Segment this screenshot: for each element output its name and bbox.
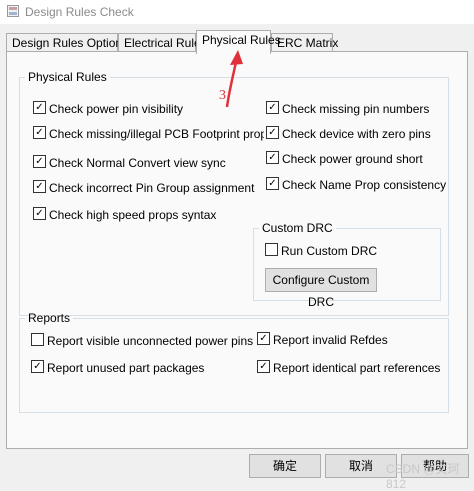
check-power-ground-short[interactable]: ✓ Check power ground short	[264, 150, 423, 166]
checkbox-icon[interactable]: ✓	[266, 101, 279, 115]
check-pcb-footprint-property[interactable]: ✓ Check missing/illegal PCB Footprint pro…	[33, 125, 287, 141]
check-missing-pin-numbers[interactable]: ✓ Check missing pin numbers	[264, 100, 430, 116]
physical-rules-panel: Physical Rules ✓ Check power pin visibili…	[6, 51, 468, 449]
design-rules-check-window: Design Rules Check Design Rules Options …	[0, 0, 474, 491]
check-normal-convert-view-sync[interactable]: ✓ Check Normal Convert view sync	[33, 154, 226, 170]
tab-design-rules-options[interactable]: Design Rules Options	[6, 33, 128, 52]
ok-button[interactable]: 确定	[249, 454, 321, 478]
report-unconnected-power-pins[interactable]: Report visible unconnected power pins	[31, 332, 253, 348]
window-title: Design Rules Check	[25, 5, 134, 19]
checkbox-icon[interactable]: ✓	[31, 360, 44, 374]
report-identical-part-references[interactable]: ✓ Report identical part references	[257, 359, 440, 375]
report-invalid-refdes[interactable]: ✓ Report invalid Refdes	[257, 331, 388, 347]
checkbox-icon[interactable]	[31, 333, 44, 347]
report-unused-part-packages[interactable]: ✓ Report unused part packages	[31, 359, 204, 375]
title-bar: Design Rules Check	[0, 0, 474, 24]
check-power-pin-visibility[interactable]: ✓ Check power pin visibility	[33, 100, 183, 116]
custom-drc-legend: Custom DRC	[262, 221, 333, 235]
app-icon	[7, 5, 19, 17]
checkbox-icon[interactable]: ✓	[257, 360, 270, 374]
checkbox-icon[interactable]: ✓	[33, 155, 46, 169]
checkbox-icon[interactable]: ✓	[33, 207, 46, 221]
check-name-prop-consistency[interactable]: ✓ Check Name Prop consistency	[264, 176, 447, 192]
checkbox-icon[interactable]: ✓	[33, 180, 46, 194]
annotation-number: 3	[219, 88, 226, 103]
check-device-zero-pins[interactable]: ✓ Check device with zero pins	[264, 125, 431, 141]
run-custom-drc-checkbox[interactable]: Run Custom DRC	[265, 242, 377, 258]
checkbox-icon[interactable]: ✓	[266, 126, 279, 140]
tab-physical-rules[interactable]: Physical Rules	[196, 30, 281, 54]
physical-rules-legend: Physical Rules	[28, 70, 107, 84]
checkbox-icon[interactable]: ✓	[257, 332, 270, 346]
reports-legend: Reports	[28, 311, 71, 325]
checkbox-icon[interactable]: ✓	[266, 177, 279, 191]
configure-custom-drc-button[interactable]: Configure Custom DRC	[265, 268, 377, 309]
checkbox-icon[interactable]: ✓	[33, 101, 46, 115]
check-pin-group-assignment[interactable]: ✓ Check incorrect Pin Group assignment	[33, 179, 254, 195]
check-high-speed-props-syntax[interactable]: ✓ Check high speed props syntax	[33, 206, 216, 222]
checkbox-icon[interactable]: ✓	[33, 126, 46, 140]
checkbox-icon[interactable]	[265, 243, 278, 257]
watermark-text: CSDN @文珂812	[386, 462, 460, 491]
checkbox-icon[interactable]: ✓	[266, 151, 279, 165]
tab-electrical-rules[interactable]: Electrical Rules	[118, 33, 207, 52]
